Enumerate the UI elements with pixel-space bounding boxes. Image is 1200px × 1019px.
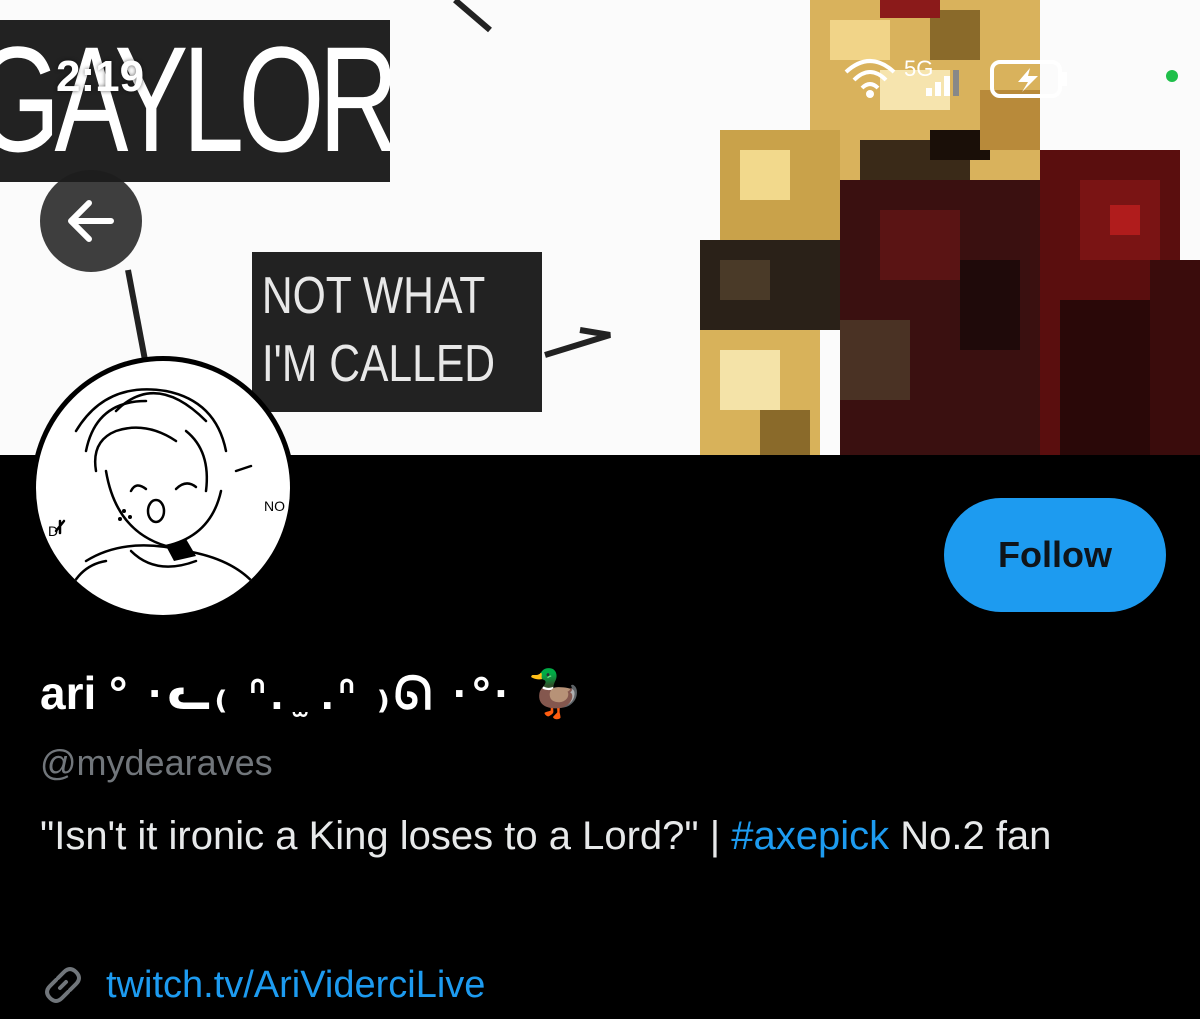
battery-charging-icon (990, 60, 1067, 98)
svg-text:NO: NO (264, 498, 285, 514)
svg-text:D: D (48, 523, 58, 539)
status-icon-group: 5G (844, 56, 1067, 98)
profile-bio: "Isn't it ironic a King loses to a Lord?… (40, 812, 1160, 860)
back-button[interactable] (40, 170, 142, 272)
avatar-sketch: NO D (42, 388, 285, 603)
arrow-left-icon (68, 200, 114, 242)
username: @mydearaves (40, 742, 273, 783)
network-type: 5G (904, 56, 933, 81)
banner-caption-box: NOT WHAT I'M CALLED (252, 252, 542, 412)
bio-text-start: "Isn't it ironic a King loses to a Lord?… (40, 814, 732, 858)
status-time: 2:19 (56, 52, 145, 101)
profile-link-row: twitch.tv/AriViderciLive (40, 960, 485, 1010)
display-name-text: ari (40, 667, 97, 719)
banner-caption-line1: NOT WHAT (261, 267, 486, 325)
bio-hashtag-link[interactable]: #axepick (731, 814, 889, 858)
status-icons: 5G (840, 48, 1070, 113)
wifi-icon (844, 59, 896, 90)
display-name: ari ° ·ᓚ₍ ᐢ. ̫ .ᐢ ₎ᘏ ·°· 🦆 (40, 666, 584, 722)
link-icon (45, 967, 81, 1003)
display-name-kaomoji: ° ·ᓚ₍ ᐢ. ̫ .ᐢ ₎ᘏ ·°· (109, 667, 514, 719)
banner-caption-line2: I'M CALLED (261, 335, 496, 393)
profile-website-link[interactable]: twitch.tv/AriViderciLive (106, 964, 485, 1007)
follow-button[interactable]: Follow (944, 498, 1166, 612)
avatar[interactable]: NO D (31, 356, 295, 620)
bio-text-end: No.2 fan (889, 814, 1052, 858)
avatar-image: NO D (36, 361, 290, 615)
duck-emoji: 🦆 (526, 667, 584, 719)
privacy-indicator-dot (1166, 70, 1178, 82)
